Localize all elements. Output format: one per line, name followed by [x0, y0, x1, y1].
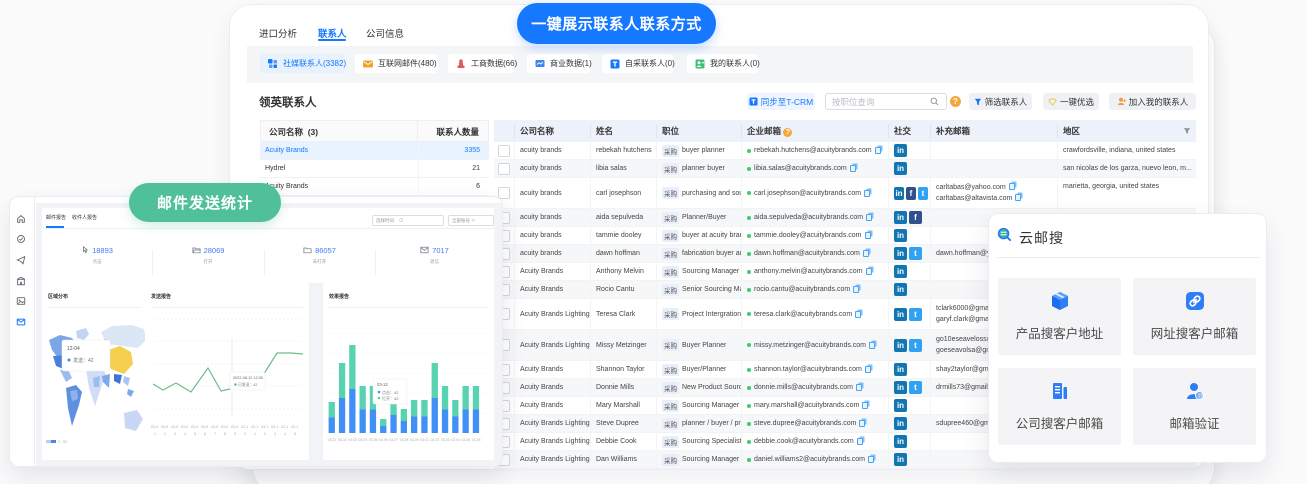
svg-text:03-03: 03-03 [348, 438, 357, 442]
svg-text:8: 8 [224, 432, 226, 436]
svg-text:0: 0 [244, 432, 246, 436]
svg-text:6: 6 [204, 432, 206, 436]
svg-text:03-04: 03-04 [359, 438, 368, 442]
svg-text:03-01: 03-01 [328, 438, 337, 442]
svg-text:03-0: 03-0 [221, 425, 228, 429]
svg-text:3: 3 [274, 432, 276, 436]
svg-text:03-0: 03-0 [171, 425, 178, 429]
svg-text:03-1: 03-1 [261, 425, 268, 429]
svg-text:03-06: 03-06 [472, 438, 481, 442]
svg-text:03-01: 03-01 [420, 438, 429, 442]
svg-text:03-0: 03-0 [191, 425, 198, 429]
svg-text:1: 1 [154, 432, 156, 436]
svg-text:3: 3 [174, 432, 176, 436]
svg-text:已发送：42: 已发送：42 [238, 382, 257, 387]
svg-text:2022-08-12 12:30: 2022-08-12 12:30 [233, 376, 263, 380]
svg-text:03-06: 03-06 [379, 438, 388, 442]
svg-text:4: 4 [284, 432, 286, 436]
svg-text:03-1: 03-1 [271, 425, 278, 429]
svg-text:03-02: 03-02 [431, 438, 440, 442]
svg-text:03-0: 03-0 [181, 425, 188, 429]
svg-text:点击：42: 点击：42 [382, 389, 399, 395]
svg-text:9: 9 [234, 432, 236, 436]
svg-text:5: 5 [294, 432, 296, 436]
svg-text:03-04: 03-04 [451, 438, 460, 442]
svg-text:03-1: 03-1 [251, 425, 258, 429]
svg-text:03-09: 03-09 [410, 438, 419, 442]
svg-text:03-05: 03-05 [462, 438, 471, 442]
svg-text:03-12: 03-12 [377, 382, 388, 387]
svg-text:打开：42: 打开：42 [382, 395, 399, 401]
svg-text:03-03: 03-03 [441, 438, 450, 442]
svg-text:03-1: 03-1 [291, 425, 298, 429]
svg-text:0 - 50: 0 - 50 [58, 440, 67, 444]
svg-text:03-0: 03-0 [231, 425, 238, 429]
svg-text:03-1: 03-1 [241, 425, 248, 429]
svg-text:03-0: 03-0 [161, 425, 168, 429]
svg-text:03-0: 03-0 [211, 425, 218, 429]
svg-text:12-04: 12-04 [67, 346, 80, 352]
svg-text:2: 2 [264, 432, 266, 436]
svg-text:03-0: 03-0 [151, 425, 158, 429]
svg-text:03-0: 03-0 [201, 425, 208, 429]
svg-text:4: 4 [184, 432, 186, 436]
svg-text:5: 5 [194, 432, 196, 436]
svg-text:7: 7 [214, 432, 216, 436]
svg-text:03-02: 03-02 [338, 438, 347, 442]
svg-text:2: 2 [164, 432, 166, 436]
svg-text:@: @ [1197, 394, 1203, 400]
svg-text:03-1: 03-1 [281, 425, 288, 429]
svg-text:1: 1 [254, 432, 256, 436]
svg-text:03-05: 03-05 [369, 438, 378, 442]
svg-text:03-08: 03-08 [400, 438, 409, 442]
svg-text:03-07: 03-07 [389, 438, 398, 442]
svg-text:发送：42: 发送：42 [73, 357, 94, 364]
